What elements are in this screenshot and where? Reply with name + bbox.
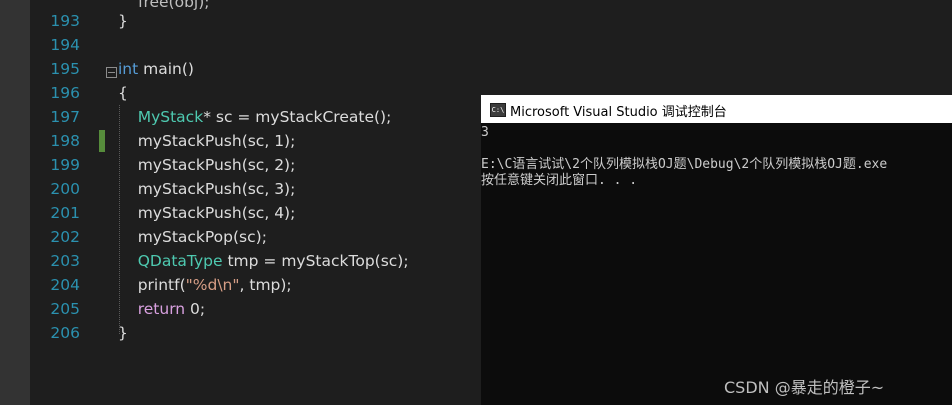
line-number: 206 xyxy=(50,324,80,342)
code-token: myStackPop(sc); xyxy=(118,228,267,246)
line-number: 198 xyxy=(50,132,80,150)
code-line[interactable]: int main() xyxy=(118,57,194,81)
watermark: CSDN @暴走的橙子~ xyxy=(724,378,885,397)
collapse-toggle-icon[interactable] xyxy=(106,67,117,78)
code-token: myStackPush(sc, 2); xyxy=(118,156,296,174)
left-margin-strip xyxy=(0,0,30,405)
code-token: { xyxy=(118,84,128,102)
console-app-icon: C:\ xyxy=(490,103,506,117)
code-token: myStackPush(sc, 4); xyxy=(118,204,296,222)
console-title-bar[interactable]: C:\ Microsoft Visual Studio 调试控制台 xyxy=(481,95,952,123)
code-token: tmp = myStackTop(sc); xyxy=(222,252,409,270)
console-output-line: 按任意键关闭此窗口. . . xyxy=(481,173,638,188)
code-token: 0; xyxy=(185,300,206,318)
code-line[interactable]: myStackPush(sc, 2); xyxy=(118,153,296,177)
code-token: QDataType xyxy=(137,252,223,270)
indent-guide xyxy=(119,105,120,334)
debug-console-window[interactable]: C:\ Microsoft Visual Studio 调试控制台 3 E:\C语… xyxy=(481,95,952,405)
code-token: return xyxy=(137,300,186,318)
code-token: } xyxy=(118,12,128,30)
line-number: 203 xyxy=(50,252,80,270)
line-number: 201 xyxy=(50,204,80,222)
change-indicator-bar xyxy=(99,130,105,152)
console-title: Microsoft Visual Studio 调试控制台 xyxy=(510,105,727,120)
code-token: printf( xyxy=(118,276,186,294)
line-number: 202 xyxy=(50,228,80,246)
code-token: * sc = myStackCreate(); xyxy=(203,108,392,126)
code-line[interactable]: myStackPush(sc, 1); xyxy=(118,129,296,153)
code-token: myStackPush(sc, 3); xyxy=(118,180,296,198)
code-line[interactable]: } xyxy=(118,9,128,33)
line-number: 204 xyxy=(50,276,80,294)
code-line[interactable]: { xyxy=(118,81,128,105)
line-number: 194 xyxy=(50,36,80,54)
line-number: 197 xyxy=(50,108,80,126)
code-token: MyStack xyxy=(137,108,204,126)
line-number: 205 xyxy=(50,300,80,318)
code-line[interactable]: MyStack* sc = myStackCreate(); xyxy=(118,105,392,129)
partial-top-code-line: free(obj); xyxy=(138,0,210,11)
code-line[interactable]: QDataType tmp = myStackTop(sc); xyxy=(118,249,409,273)
line-number: 193 xyxy=(50,12,80,30)
console-output-line: E:\C语言试试\2个队列模拟栈OJ题\Debug\2个队列模拟栈OJ题.exe xyxy=(481,157,888,172)
code-token: int xyxy=(118,60,139,78)
code-token: "%d\n" xyxy=(185,276,240,294)
line-number: 196 xyxy=(50,84,80,102)
line-number: 200 xyxy=(50,180,80,198)
code-line[interactable]: myStackPop(sc); xyxy=(118,225,267,249)
code-token: , tmp); xyxy=(239,276,292,294)
code-token: myStackPush(sc, 1); xyxy=(118,132,296,150)
code-line[interactable]: myStackPush(sc, 3); xyxy=(118,177,296,201)
code-line[interactable]: printf("%d\n", tmp); xyxy=(118,273,292,297)
console-output-line: 3 xyxy=(481,125,489,140)
code-line[interactable]: myStackPush(sc, 4); xyxy=(118,201,296,225)
line-number: 199 xyxy=(50,156,80,174)
line-number: 195 xyxy=(50,60,80,78)
code-token: main() xyxy=(138,60,194,78)
code-line[interactable]: return 0; xyxy=(118,297,205,321)
